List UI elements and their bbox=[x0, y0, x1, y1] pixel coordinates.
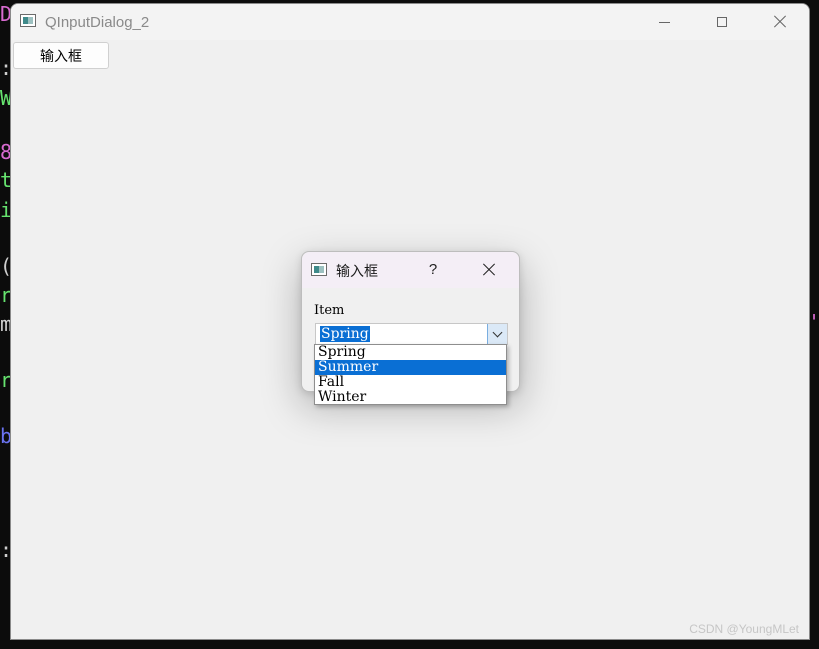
window-titlebar[interactable]: QInputDialog_2 bbox=[11, 4, 809, 40]
dropdown-option-summer[interactable]: Summer bbox=[315, 360, 506, 375]
maximize-button[interactable] bbox=[693, 4, 751, 40]
dropdown-option-winter[interactable]: Winter bbox=[315, 390, 506, 405]
close-icon bbox=[482, 263, 496, 277]
minimize-icon bbox=[658, 21, 670, 23]
watermark: CSDN @YoungMLet bbox=[689, 622, 799, 636]
dialog-title: 输入框 bbox=[336, 263, 378, 279]
close-button[interactable] bbox=[751, 4, 809, 40]
maximize-icon bbox=[717, 17, 727, 27]
combobox-selected-value: Spring bbox=[320, 326, 370, 342]
dropdown-option-spring[interactable]: Spring bbox=[315, 345, 506, 360]
app-window-icon bbox=[20, 14, 36, 27]
help-button[interactable]: ? bbox=[419, 260, 447, 280]
combobox-dropdown-button[interactable] bbox=[487, 324, 507, 344]
dropdown-option-fall[interactable]: Fall bbox=[315, 375, 506, 390]
item-combobox[interactable]: Spring bbox=[315, 323, 508, 345]
dialog-window-icon bbox=[311, 263, 327, 276]
chevron-down-icon bbox=[492, 327, 503, 338]
dialog-close-button[interactable] bbox=[476, 262, 502, 278]
combobox-dropdown-list: Spring Summer Fall Winter bbox=[314, 344, 507, 405]
open-input-dialog-button[interactable]: 输入框 bbox=[13, 42, 109, 69]
close-icon bbox=[773, 15, 787, 29]
minimize-button[interactable] bbox=[635, 4, 693, 40]
window-title: QInputDialog_2 bbox=[45, 14, 150, 31]
dialog-titlebar[interactable]: 输入框 ? bbox=[302, 252, 519, 288]
item-field-label: Item bbox=[314, 303, 345, 318]
